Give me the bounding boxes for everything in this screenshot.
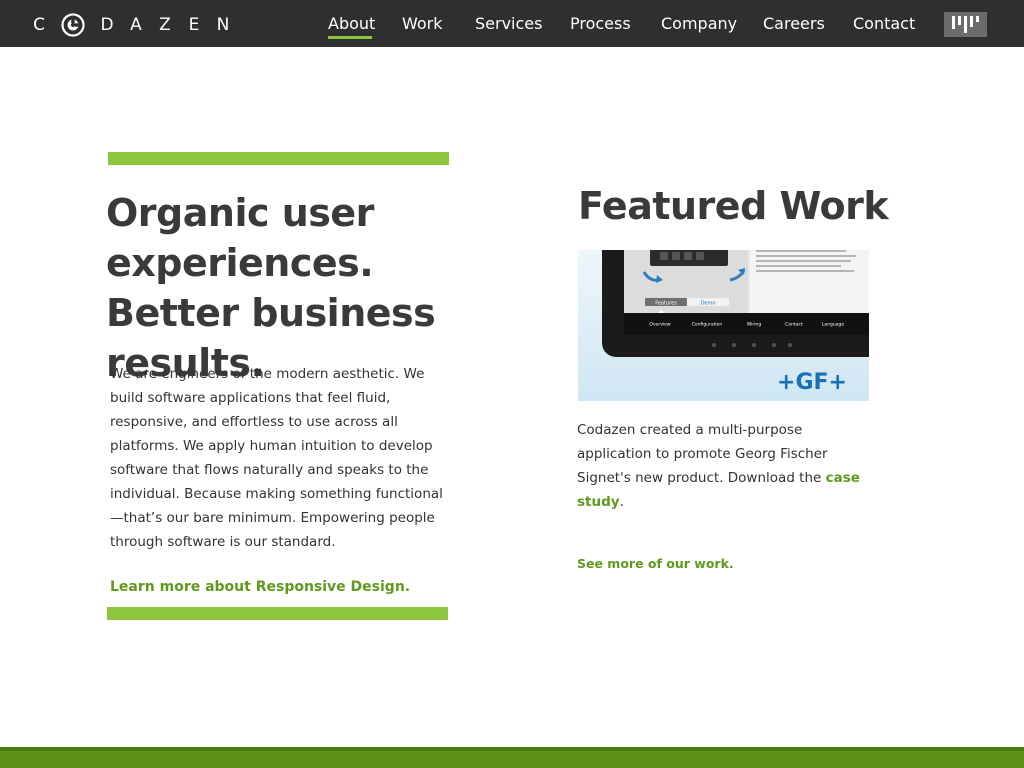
intro-headline: Organic user experiences. Better busines… [106,191,436,385]
nav-work[interactable]: Work [402,14,443,33]
screenshot-menu-wiring: Wiring [747,322,762,328]
accent-bar-top [108,152,449,165]
screenshot-tab-features: Features [655,301,677,307]
logo-letter-n: N [216,15,230,35]
featured-work-title: Featured Work [578,184,889,228]
see-more-work-link[interactable]: See more of our work. [577,556,734,571]
nav-careers[interactable]: Careers [763,14,825,33]
featured-work-description: Codazen created a multi-purpose applicat… [577,418,867,514]
compass-gear-icon [61,13,85,37]
screenshot-menu-contact: Contact [785,322,803,328]
logo-letter-e: E [188,15,200,35]
logo-letter-a: A [130,15,142,35]
intro-body: We are engineers of the modern aesthetic… [110,366,443,550]
top-nav-bar: C D A Z E N About Work Services Process … [0,0,1024,47]
featured-desc-suffix: . [619,494,624,510]
featured-desc-text: Codazen created a multi-purpose applicat… [577,422,828,486]
nav-services[interactable]: Services [475,14,542,33]
nav-process[interactable]: Process [570,14,631,33]
logo-letter-d: D [100,15,114,35]
footer-bar [0,747,1024,768]
screenshot-menu-configuration: Configuration [692,322,723,328]
nav-about[interactable]: About [328,14,375,33]
gf-logo: +GF+ [777,370,847,395]
site-logo[interactable]: C D A Z E N [32,12,230,38]
screenshot-tab-demo: Demo [701,301,716,307]
nav-active-indicator [328,36,372,39]
responsive-design-link[interactable]: Learn more about Responsive Design. [110,579,410,595]
logo-letter-c: C [33,15,45,35]
accent-bar-bottom [107,607,448,620]
bars-icon[interactable] [944,12,987,37]
logo-letter-z: Z [159,15,171,35]
featured-work-image[interactable]: Features Demo Overview Configuration Wir… [578,250,869,401]
screenshot-menu-language: Language [822,322,844,328]
nav-contact[interactable]: Contact [853,14,915,33]
screenshot-menu-overview: Overview [649,322,671,328]
nav-company[interactable]: Company [661,14,737,33]
